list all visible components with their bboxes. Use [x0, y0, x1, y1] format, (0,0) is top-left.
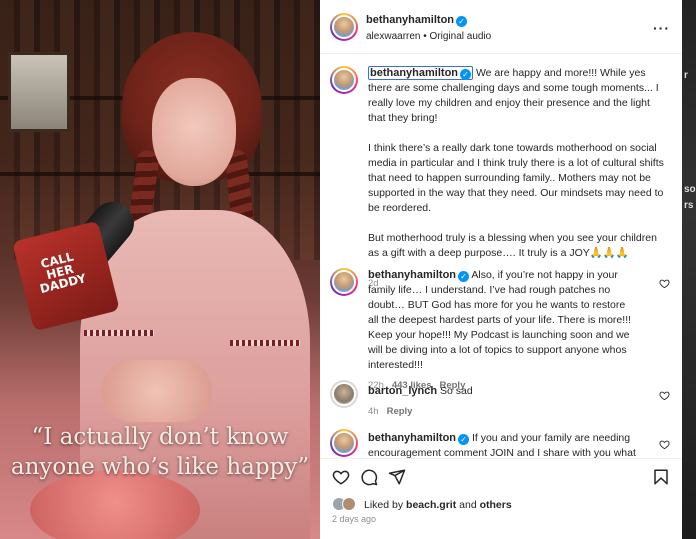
video-caption-line: “I actually don’t know: [31, 424, 289, 450]
verified-badge-icon: ✓: [458, 434, 470, 445]
comment-paragraph: bethanyhamilton ✓ Also, if you’re not hap…: [368, 268, 638, 373]
like-comment-heart-icon[interactable]: [659, 278, 670, 289]
comment-text: So sad: [440, 385, 473, 397]
person-hands: [102, 360, 212, 422]
post-header: bethanyhamilton ✓ alexwaarren • Original …: [320, 0, 682, 54]
video-caption: “I actually don’t know anyone who’s like…: [0, 422, 320, 482]
person-face: [152, 78, 236, 186]
author-avatar[interactable]: [330, 13, 358, 41]
comment-time[interactable]: 4h: [368, 406, 379, 417]
commenter-avatar[interactable]: [330, 268, 358, 296]
author-username[interactable]: bethanyhamilton: [366, 14, 454, 26]
commenter-avatar[interactable]: [330, 66, 358, 94]
sleeve-stripe: [230, 340, 300, 346]
commenter-avatar[interactable]: [330, 429, 358, 457]
liked-by-and: and: [456, 499, 480, 511]
wall-portrait: [8, 52, 70, 132]
comment-username[interactable]: bethanyhamilton: [368, 269, 456, 281]
comment-paragraph: bethanyhamilton ✓ We are happy and more!!…: [368, 66, 668, 126]
save-bookmark-icon[interactable]: [652, 468, 670, 486]
commenter-avatar[interactable]: [330, 380, 358, 408]
verified-badge-icon: ✓: [460, 69, 472, 80]
background-text-fragment: rs: [684, 200, 694, 211]
reply-button[interactable]: Reply: [387, 406, 413, 417]
liker-avatars[interactable]: [332, 497, 360, 511]
comments-list[interactable]: bethanyhamilton ✓ We are happy and more!!…: [320, 54, 682, 458]
comment-text: Also, if you’re not happy in your family…: [368, 269, 632, 371]
video-caption-line: anyone who’s like happy”: [10, 454, 310, 480]
comment-username[interactable]: bethanyhamilton: [368, 432, 456, 444]
sleeve-stripe: [84, 330, 154, 336]
share-send-icon[interactable]: [388, 468, 406, 486]
audio-attribution[interactable]: alexwaarren • Original audio: [366, 31, 491, 42]
comment-meta: 4h Reply: [368, 404, 668, 419]
verified-badge-icon: ✓: [458, 271, 470, 282]
comment-username[interactable]: barton_lynch: [368, 385, 437, 397]
like-comment-heart-icon[interactable]: [659, 439, 670, 450]
background-text-fragment: r: [684, 70, 688, 81]
liked-by-others-link[interactable]: others: [480, 499, 512, 511]
background-page-strip: r so rs: [682, 0, 696, 539]
comment-paragraph: barton_lynch So sad: [368, 384, 668, 399]
like-heart-icon[interactable]: [332, 468, 350, 486]
post-timestamp[interactable]: 2 days ago: [332, 514, 376, 524]
liked-by-user-link[interactable]: beach.grit: [406, 499, 456, 511]
more-options-icon[interactable]: ···: [653, 20, 670, 36]
background-text-fragment: so: [684, 184, 696, 195]
comment-username-focused[interactable]: bethanyhamilton ✓: [368, 66, 474, 80]
like-comment-heart-icon[interactable]: [659, 390, 670, 401]
verified-badge-icon: ✓: [456, 16, 468, 27]
comment-paragraph: bethanyhamilton ✓ If you and your family …: [368, 431, 638, 458]
comment-paragraph: But motherhood truly is a blessing when …: [368, 232, 657, 259]
post-media-video[interactable]: CALL HER DADDY “I actually don’t know an…: [0, 0, 320, 539]
post-panel: bethanyhamilton ✓ alexwaarren • Original …: [320, 0, 682, 539]
comment-paragraph: I think there’s a really dark tone towar…: [368, 142, 664, 214]
comment-bubble-icon[interactable]: [360, 468, 378, 486]
liked-by-summary: Liked by beach.grit and others: [332, 497, 512, 511]
post-action-bar: [320, 458, 682, 492]
liked-by-prefix: Liked by: [364, 499, 407, 511]
